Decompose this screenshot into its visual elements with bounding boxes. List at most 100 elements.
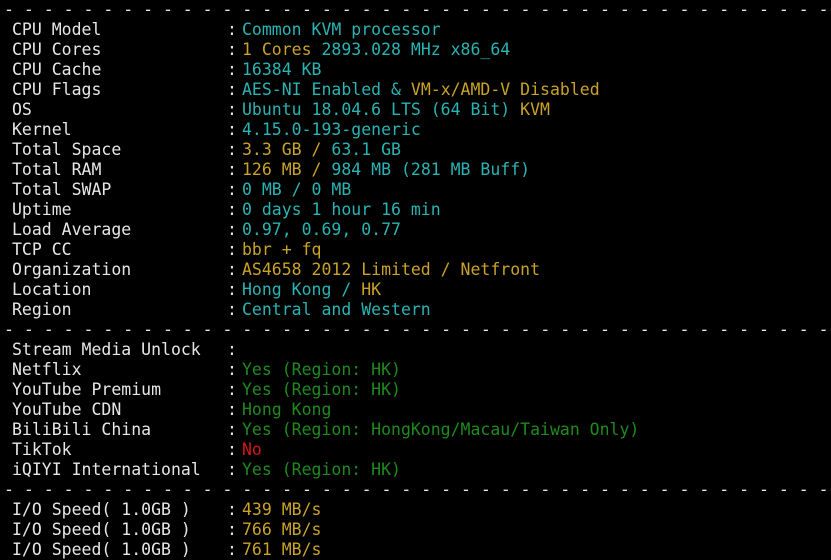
row-colon: :	[227, 100, 237, 119]
row-label: YouTube Premium	[12, 380, 162, 399]
row-youtube-premium: YouTube Premium: Yes (Region: HK)	[12, 380, 831, 400]
row-colon: :	[227, 60, 237, 79]
row-colon: :	[227, 40, 237, 59]
value-segment: 0.97, 0.69, 0.77	[242, 220, 401, 239]
row-label: Total RAM	[12, 160, 102, 179]
row-value: Yes (Region: HK)	[242, 460, 401, 480]
row-total-swap: Total SWAP:0 MB / 0 MB	[12, 180, 831, 200]
row-colon: :	[227, 540, 237, 559]
row-i-o-speed-1-0gb: I/O Speed( 1.0GB ):766 MB/s	[12, 520, 831, 540]
row-colon: :	[227, 420, 237, 439]
stream-media-section: Stream Media Unlock: Netflix: Yes (Region:…	[12, 340, 831, 480]
value-segment: 0 MB	[311, 180, 352, 199]
row-value: Common KVM processor	[242, 20, 441, 40]
row-colon: :	[227, 20, 237, 39]
row-label: CPU Cores	[12, 40, 102, 59]
row-colon: :	[227, 360, 237, 379]
row-colon: :	[227, 440, 237, 459]
separator-middle: - - - - - - - - - - - - - - - - - - - - …	[4, 320, 829, 339]
row-value: 3.3 GB / 63.1 GB	[242, 140, 401, 160]
value-segment: bbr + fq	[242, 240, 322, 259]
row-colon: :	[227, 300, 237, 319]
value-segment: AES-NI Enabled &	[242, 80, 411, 99]
row-label: Stream Media Unlock	[12, 340, 201, 359]
terminal-output: - - - - - - - - - - - - - - - - - - - - …	[4, 0, 831, 560]
row-colon: :	[227, 240, 237, 259]
row-value: 0 days 1 hour 16 min	[242, 200, 441, 220]
row-label: I/O Speed( 1.0GB )	[12, 500, 191, 519]
value-segment: 439 MB/s	[242, 500, 322, 519]
row-colon: :	[227, 500, 237, 519]
row-i-o-speed-1-0gb: I/O Speed( 1.0GB ):761 MB/s	[12, 540, 831, 560]
row-value: 439 MB/s	[242, 500, 321, 520]
row-label: Uptime	[12, 200, 72, 219]
row-load-average: Load Average:0.97, 0.69, 0.77	[12, 220, 831, 240]
row-label: iQIYI International	[12, 460, 201, 479]
row-label: OS	[12, 100, 32, 119]
row-stream-media-unlock: Stream Media Unlock:	[12, 340, 831, 360]
row-label: CPU Flags	[12, 80, 102, 99]
row-region: Region: Central and Western	[12, 300, 831, 320]
value-segment: 0 MB /	[242, 180, 312, 199]
value-segment: 766 MB/s	[242, 520, 322, 539]
value-segment: Hong Kong /	[242, 280, 362, 299]
row-value: Central and Western	[242, 300, 431, 320]
row-colon: :	[227, 220, 237, 239]
row-bilibili-china: BiliBili China: Yes (Region: HongKong/Mac…	[12, 420, 831, 440]
row-label: Kernel	[12, 120, 72, 139]
row-value: AS4658 2012 Limited / Netfront	[242, 260, 540, 280]
row-value: 0.97, 0.69, 0.77	[242, 220, 401, 240]
value-segment: Hong Kong	[242, 400, 332, 419]
value-segment: 984 MB	[331, 160, 401, 179]
row-cpu-flags: CPU Flags: AES-NI Enabled & VM-x/AMD-V Di…	[12, 80, 831, 100]
value-segment: HK	[361, 280, 382, 299]
value-segment: Yes (Region: HongKong/Macau/Taiwan Only)	[242, 420, 640, 439]
value-segment: (281 MB Buff)	[400, 160, 531, 179]
value-segment: 126 MB /	[242, 160, 332, 179]
row-youtube-cdn: YouTube CDN: Hong Kong	[12, 400, 831, 420]
row-label: Location	[12, 280, 92, 299]
value-segment: 0 days 1 hour 16 min	[242, 200, 441, 219]
value-segment: 2893.028 MHz x86_64	[321, 40, 511, 59]
separator-io: - - - - - - - - - - - - - - - - - - - - …	[4, 480, 829, 499]
row-colon: :	[227, 80, 237, 99]
value-segment: Yes (Region: HK)	[242, 360, 401, 379]
row-uptime: Uptime:0 days 1 hour 16 min	[12, 200, 831, 220]
row-value: 126 MB / 984 MB (281 MB Buff)	[242, 160, 530, 180]
row-value: 4.15.0-193-generic	[242, 120, 421, 140]
row-value: 0 MB / 0 MB	[242, 180, 351, 200]
row-colon: :	[227, 340, 237, 359]
row-colon: :	[227, 140, 237, 159]
row-label: Total SWAP	[12, 180, 112, 199]
row-value: AES-NI Enabled & VM-x/AMD-V Disabled	[242, 80, 600, 100]
value-segment: 16384 KB	[242, 60, 322, 79]
row-value: 1 Cores 2893.028 MHz x86_64	[242, 40, 510, 60]
row-label: Netflix	[12, 360, 82, 379]
row-colon: :	[227, 400, 237, 419]
row-iqiyi-international: iQIYI International: Yes (Region: HK)	[12, 460, 831, 480]
separator-top: - - - - - - - - - - - - - - - - - - - - …	[4, 0, 829, 19]
value-segment: 4.15.0-193-generic	[242, 120, 421, 139]
row-label: I/O Speed( 1.0GB )	[12, 540, 191, 559]
value-segment: 1 Cores	[242, 40, 322, 59]
row-colon: :	[227, 180, 237, 199]
value-segment: AS4658 2012 Limited / Netfront	[242, 260, 541, 279]
row-colon: :	[227, 520, 237, 539]
row-label: Organization	[12, 260, 132, 279]
row-colon: :	[227, 460, 237, 479]
value-segment: VM-x/AMD-V Disabled	[410, 80, 600, 99]
value-segment: Ubuntu 18.04.6 LTS (64 Bit)	[242, 100, 521, 119]
row-value: bbr + fq	[242, 240, 321, 260]
row-label: Region	[12, 300, 72, 319]
value-segment: 761 MB/s	[242, 540, 322, 559]
row-value: Hong Kong	[242, 400, 331, 420]
row-colon: :	[227, 200, 237, 219]
row-value: Hong Kong / HK	[242, 280, 381, 300]
row-colon: :	[227, 160, 237, 179]
row-label: TikTok	[12, 440, 72, 459]
row-value: Yes (Region: HK)	[242, 380, 401, 400]
row-os: OS: Ubuntu 18.04.6 LTS (64 Bit) KVM	[12, 100, 831, 120]
row-cpu-model: CPU Model: Common KVM processor	[12, 20, 831, 40]
row-colon: :	[227, 120, 237, 139]
row-value: No	[242, 440, 262, 460]
